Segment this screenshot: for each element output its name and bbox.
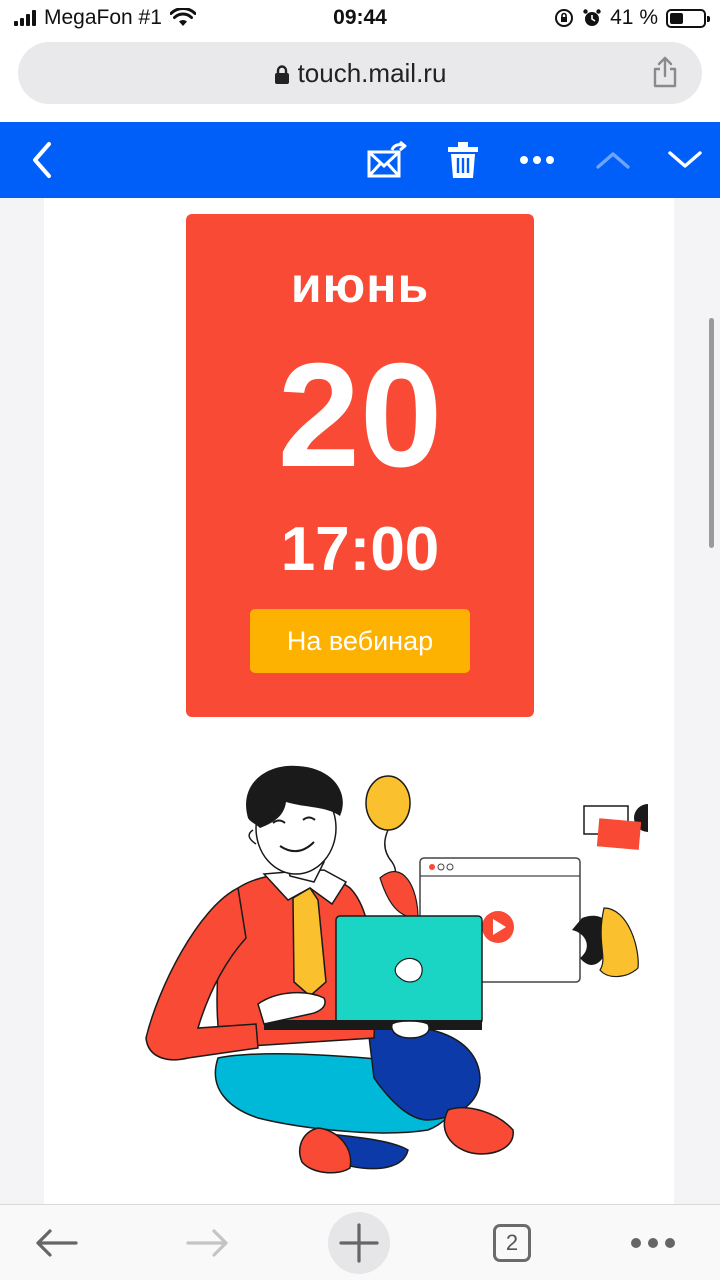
more-button[interactable] <box>514 122 560 198</box>
browser-back-button[interactable] <box>30 1205 82 1280</box>
person-head <box>246 765 343 875</box>
mail-content: июнь 20 17:00 На вебинар <box>0 198 720 1204</box>
balloon-icon <box>365 775 411 885</box>
previous-message-button[interactable] <box>590 122 636 198</box>
browser-bottom-bar: 2 <box>0 1204 720 1280</box>
page-scrollbar[interactable] <box>709 318 714 548</box>
hand-right <box>390 1020 430 1039</box>
status-bar: MegaFon #1 09:44 41 % <box>0 0 720 36</box>
tabs-button[interactable]: 2 <box>486 1205 538 1280</box>
alarm-icon <box>583 9 601 26</box>
red-leaf-shape <box>379 871 419 919</box>
yellow-leaf-shape <box>599 907 639 978</box>
orientation-lock-icon <box>555 9 574 27</box>
more-icon <box>520 156 554 164</box>
address-bar[interactable]: touch.mail.ru <box>18 42 702 104</box>
move-to-folder-icon <box>367 140 407 178</box>
webinar-button[interactable]: На вебинар <box>250 609 470 673</box>
browser-forward-button[interactable] <box>182 1205 234 1280</box>
event-day: 20 <box>277 333 443 498</box>
webinar-illustration <box>145 765 648 1174</box>
next-message-icon <box>668 151 702 168</box>
menu-icon <box>631 1238 675 1248</box>
red-card-shape <box>596 818 642 850</box>
tabs-icon: 2 <box>493 1224 531 1262</box>
new-tab-icon <box>328 1212 390 1274</box>
browser-menu-button[interactable] <box>624 1205 682 1280</box>
event-date-card: июнь 20 17:00 На вебинар <box>186 214 534 717</box>
previous-message-icon <box>596 152 630 169</box>
share-button[interactable] <box>652 56 678 93</box>
new-tab-button[interactable] <box>326 1205 392 1280</box>
battery-icon <box>666 8 710 28</box>
event-time: 17:00 <box>280 515 440 584</box>
shoe-left <box>298 1127 352 1174</box>
battery-percent: 41 % <box>610 6 658 29</box>
back-button[interactable] <box>20 122 64 198</box>
lock-icon <box>274 65 289 85</box>
move-button[interactable] <box>362 122 412 198</box>
shoe-right <box>443 1106 514 1155</box>
next-message-button[interactable] <box>662 122 708 198</box>
url-display[interactable]: touch.mail.ru <box>18 58 702 89</box>
mail-body: июнь 20 17:00 На вебинар <box>44 198 674 1204</box>
share-icon <box>653 56 677 88</box>
back-arrow-icon <box>36 1229 78 1257</box>
battery-fill <box>670 12 683 24</box>
mail-screen: MegaFon #1 09:44 41 % touch.mail.ru июнь… <box>0 0 720 1280</box>
trash-icon <box>448 142 478 178</box>
event-month: июнь <box>290 257 430 313</box>
delete-button[interactable] <box>440 122 486 198</box>
back-icon <box>33 142 51 178</box>
forward-arrow-icon <box>186 1229 228 1257</box>
status-right: 41 % <box>554 6 710 30</box>
url-text: touch.mail.ru <box>297 58 447 88</box>
mail-toolbar <box>0 122 720 198</box>
